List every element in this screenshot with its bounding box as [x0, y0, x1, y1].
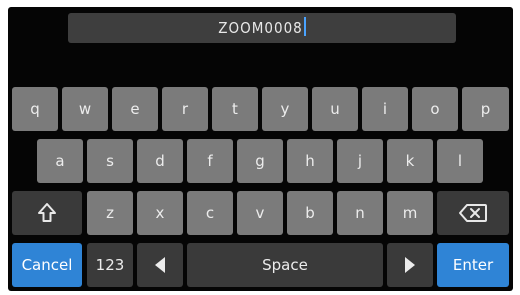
- triangle-right-icon: [405, 257, 415, 273]
- numbers-key[interactable]: 123: [87, 243, 133, 287]
- key-row-3: z x c v b n m: [8, 191, 513, 235]
- key-i[interactable]: i: [362, 87, 408, 131]
- key-u[interactable]: u: [312, 87, 358, 131]
- shift-arrow-icon: [38, 203, 56, 222]
- key-x[interactable]: x: [137, 191, 183, 235]
- key-w[interactable]: w: [62, 87, 108, 131]
- triangle-left-icon: [155, 257, 165, 273]
- text-cursor: [303, 17, 306, 36]
- key-c[interactable]: c: [187, 191, 233, 235]
- key-k[interactable]: k: [387, 139, 433, 183]
- key-v[interactable]: v: [237, 191, 283, 235]
- shift-key[interactable]: [12, 191, 82, 235]
- key-h[interactable]: h: [287, 139, 333, 183]
- key-f[interactable]: f: [187, 139, 233, 183]
- enter-button[interactable]: Enter: [437, 243, 509, 287]
- backspace-key[interactable]: [437, 191, 509, 235]
- key-d[interactable]: d: [137, 139, 183, 183]
- backspace-icon: [459, 204, 487, 222]
- filename-input[interactable]: ZOOM0008: [68, 13, 456, 43]
- filename-text: ZOOM0008: [218, 19, 303, 37]
- cursor-left-key[interactable]: [137, 243, 183, 287]
- key-g[interactable]: g: [237, 139, 283, 183]
- key-j[interactable]: j: [337, 139, 383, 183]
- space-key[interactable]: Space: [187, 243, 383, 287]
- cursor-right-key[interactable]: [387, 243, 433, 287]
- key-q[interactable]: q: [12, 87, 58, 131]
- key-t[interactable]: t: [212, 87, 258, 131]
- key-m[interactable]: m: [387, 191, 433, 235]
- key-s[interactable]: s: [87, 139, 133, 183]
- key-row-1: q w e r t y u i o p: [8, 87, 513, 131]
- key-l[interactable]: l: [437, 139, 483, 183]
- key-o[interactable]: o: [412, 87, 458, 131]
- key-b[interactable]: b: [287, 191, 333, 235]
- cancel-button[interactable]: Cancel: [12, 243, 82, 287]
- key-z[interactable]: z: [87, 191, 133, 235]
- key-a[interactable]: a: [37, 139, 83, 183]
- key-p[interactable]: p: [462, 87, 509, 131]
- key-n[interactable]: n: [337, 191, 383, 235]
- key-row-4: Cancel 123 Space Enter: [8, 243, 513, 287]
- key-e[interactable]: e: [112, 87, 158, 131]
- key-y[interactable]: y: [262, 87, 308, 131]
- keyboard-screen: ZOOM0008 q w e r t y u i o p a s d f g h…: [8, 7, 513, 291]
- key-row-2: a s d f g h j k l: [8, 139, 513, 183]
- key-r[interactable]: r: [162, 87, 208, 131]
